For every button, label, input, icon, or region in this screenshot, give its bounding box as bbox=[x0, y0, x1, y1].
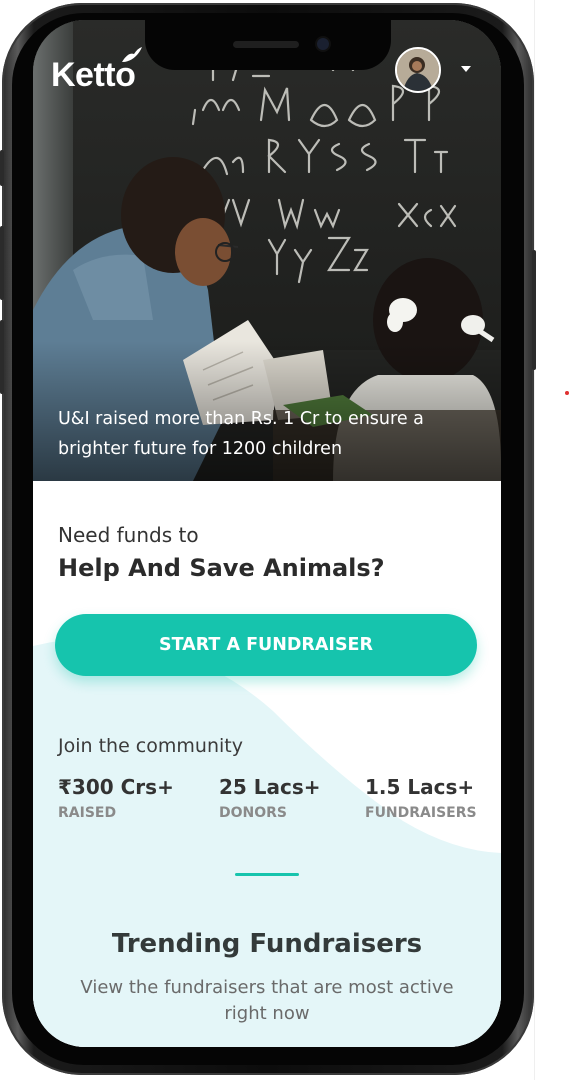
phone-screen: Ketto U&I raised more than Rs. 1 Cr to e… bbox=[33, 20, 501, 1047]
stat-raised: ₹300 Crs+ RAISED bbox=[58, 775, 174, 821]
phone-notch bbox=[145, 20, 391, 70]
stat-donors: 25 Lacs+ DONORS bbox=[219, 775, 321, 821]
stat-value: 25 Lacs+ bbox=[219, 775, 321, 799]
phone-side-button-right bbox=[532, 250, 536, 370]
stat-fundraisers: 1.5 Lacs+ FUNDRAISERS bbox=[365, 775, 477, 821]
stat-value: 1.5 Lacs+ bbox=[365, 775, 475, 799]
section-divider bbox=[235, 873, 299, 876]
main-content: Need funds to Help And Save Animals? STA… bbox=[33, 481, 501, 1047]
phone-side-button-left-2 bbox=[0, 226, 4, 300]
bird-icon bbox=[122, 47, 142, 62]
speaker-grille bbox=[233, 41, 299, 48]
trending-subtitle: View the fundraisers that are most activ… bbox=[80, 977, 454, 1024]
trending-title: Trending Fundraisers bbox=[111, 929, 423, 959]
page: Ketto U&I raised more than Rs. 1 Cr to e… bbox=[0, 0, 570, 1080]
user-avatar[interactable] bbox=[395, 47, 441, 93]
front-camera bbox=[317, 38, 329, 50]
stat-label: RAISED bbox=[58, 805, 117, 821]
phone-side-button-left-1 bbox=[0, 150, 4, 186]
stat-label: DONORS bbox=[219, 805, 288, 821]
cursor-dot bbox=[565, 391, 569, 395]
cause-title: Help And Save Animals? bbox=[58, 554, 385, 582]
cta-prompt: Need funds to bbox=[58, 523, 199, 547]
start-fundraiser-button[interactable]: START A FUNDRAISER bbox=[55, 614, 477, 676]
phone-side-button-left-3 bbox=[0, 320, 4, 394]
avatar-photo-icon bbox=[397, 49, 439, 91]
page-edge-line bbox=[534, 0, 535, 1080]
stat-value: ₹300 Crs+ bbox=[58, 775, 174, 799]
community-heading: Join the community bbox=[58, 735, 243, 757]
hero-caption[interactable]: U&I raised more than Rs. 1 Cr to ensure … bbox=[58, 404, 478, 464]
caret-down-icon[interactable] bbox=[461, 66, 471, 72]
stat-label: FUNDRAISERS bbox=[365, 805, 477, 821]
